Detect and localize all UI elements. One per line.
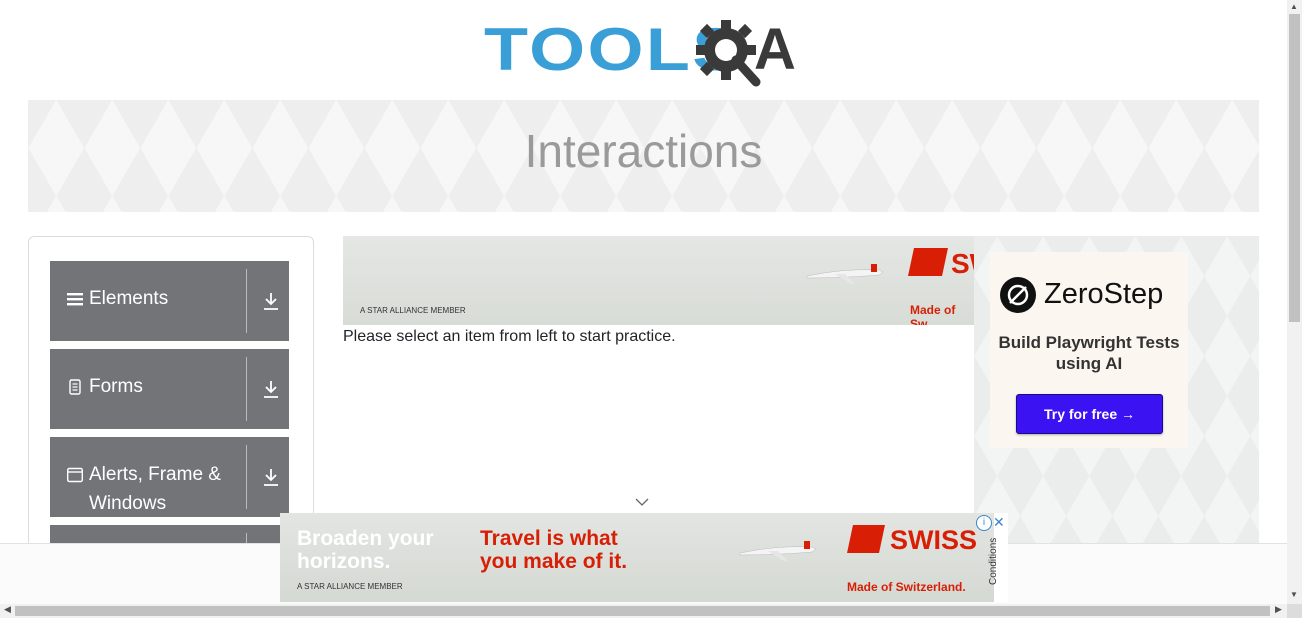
horizontal-scrollbar[interactable]: ◀ ▶ — [0, 604, 1287, 618]
divider — [246, 445, 247, 509]
ad-made-text: Made of Sw — [910, 303, 956, 325]
toolsqa-logo[interactable]: TOOLS A — [484, 16, 808, 92]
scroll-up-icon[interactable]: ▲ — [1290, 2, 1298, 11]
ad-headline-mid: Travel is what you make of it. — [480, 527, 628, 573]
adchoices-icon[interactable]: i — [976, 515, 992, 531]
hamburger-icon — [67, 293, 83, 306]
sidebar-group-label: Alerts, Frame & Windows — [89, 464, 221, 514]
ad-banner-bottom[interactable]: Broaden your horizons. Travel is what yo… — [280, 513, 994, 602]
scroll-right-icon[interactable]: ▶ — [1275, 604, 1282, 615]
divider — [246, 269, 247, 333]
ad-brand: SWISS — [890, 525, 978, 555]
ad-brand: SW — [951, 248, 974, 279]
sidebar-group-label: Forms — [89, 376, 143, 397]
ad-conditions-link[interactable]: Conditions — [988, 538, 999, 585]
ad-banner-top[interactable]: SW A STAR ALLIANCE MEMBER Made of Sw — [343, 236, 974, 325]
try-for-free-button[interactable]: Try for free → — [1016, 394, 1163, 434]
scroll-left-icon[interactable]: ◀ — [4, 604, 11, 615]
download-icon[interactable] — [262, 379, 280, 399]
ad-close-icon[interactable]: ✕ — [993, 514, 1005, 531]
vertical-scroll-thumb[interactable] — [1289, 14, 1300, 322]
download-icon[interactable] — [262, 467, 280, 487]
vertical-scrollbar[interactable]: ▲ ▼ — [1287, 0, 1302, 604]
divider — [246, 357, 247, 421]
window-icon — [67, 467, 83, 483]
logo-qa-text: A — [754, 17, 796, 82]
chevron-down-icon[interactable] — [635, 497, 649, 507]
sidebar-group-label: Elements — [89, 288, 169, 309]
sidebar-group-elements[interactable]: Elements — [50, 261, 289, 341]
download-icon[interactable] — [262, 291, 280, 311]
zerostep-brand: ZeroStep — [1044, 278, 1164, 310]
ad-member-text: A STAR ALLIANCE MEMBER — [297, 582, 403, 591]
document-icon — [69, 379, 81, 395]
zerostep-tagline: Build Playwright Tests using AI — [998, 333, 1180, 373]
ad-member-text: A STAR ALLIANCE MEMBER — [360, 306, 466, 315]
airplane-icon — [739, 541, 817, 561]
gear-magnifier-icon — [696, 20, 761, 87]
swiss-logo-mark — [847, 525, 885, 553]
left-sidebar: Elements Forms Alerts, Frame & Windows — [28, 236, 314, 557]
zerostep-logo-icon — [1000, 277, 1036, 313]
instruction-text: Please select an item from left to start… — [343, 328, 676, 345]
sidebar-group-forms[interactable]: Forms — [50, 349, 289, 429]
page-title: Interactions — [524, 125, 763, 177]
airplane-icon — [806, 264, 884, 284]
swiss-logo-mark — [908, 248, 948, 276]
ad-headline-left: Broaden your horizons. — [297, 527, 434, 573]
horizontal-scroll-thumb[interactable] — [15, 606, 1270, 616]
ad-made-text: Made of Switzerland. — [847, 580, 966, 594]
scrollbar-corner — [1287, 604, 1302, 618]
page-banner: Interactions — [28, 100, 1259, 212]
scroll-down-icon[interactable]: ▼ — [1290, 590, 1298, 599]
sidebar-group-alerts-frame-windows[interactable]: Alerts, Frame & Windows — [50, 437, 289, 517]
zerostep-ad[interactable]: ZeroStep Build Playwright Tests using AI… — [990, 252, 1188, 448]
